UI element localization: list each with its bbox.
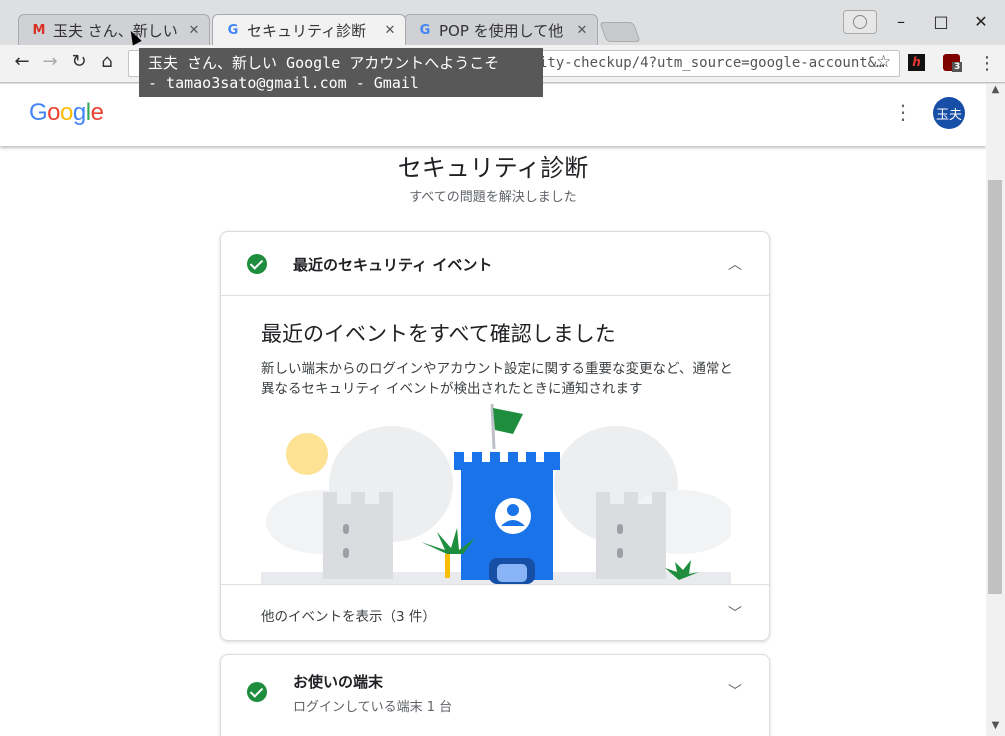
tab-close-icon[interactable]: ✕ [383, 23, 397, 38]
show-more-events-link[interactable]: 他のイベントを表示（3 件） [261, 605, 436, 625]
check-circle-icon [247, 254, 267, 274]
section-title: 最近のセキュリティ イベント [293, 256, 493, 274]
tab-security-checkup[interactable]: G セキュリティ診断 ✕ [212, 14, 406, 45]
vertical-scrollbar[interactable]: ▲ ▼ [986, 84, 1005, 736]
tab-close-icon[interactable]: ✕ [575, 23, 589, 38]
tab-strip: M 玉夫 さん、新しい ✕ G セキュリティ診断 ✕ G POP を使用して他 … [0, 0, 1005, 46]
security-events-header[interactable]: 最近のセキュリティ イベント ︿ [221, 232, 769, 296]
devices-card[interactable]: お使いの端末 ログインしている端末 1 台 ﹀ [220, 654, 770, 736]
show-more-events-row[interactable]: 他のイベントを表示（3 件） ﹀ [221, 584, 769, 640]
page-content: Google ⋮ 玉夫 セキュリティ診断 すべての問題を解決しました 最近のセキ… [0, 84, 986, 736]
check-circle-icon [247, 682, 267, 702]
page-subtitle: すべての問題を解決しました [409, 190, 577, 205]
ublock-extension-icon[interactable]: 3 [943, 54, 963, 72]
minimize-icon[interactable]: – [889, 12, 913, 31]
more-options-icon[interactable]: ⋮ [893, 100, 913, 124]
tab-pop[interactable]: G POP を使用して他 ✕ [404, 14, 598, 45]
events-headline: 最近のイベントをすべて確認しました [261, 322, 616, 346]
castle-illustration [261, 404, 731, 584]
section-title: お使いの端末 [293, 673, 384, 691]
browser-menu-icon[interactable]: ⋮ [978, 53, 996, 74]
google-g-icon: G [227, 22, 239, 38]
profile-switcher-button[interactable] [843, 10, 877, 34]
tab-title: 玉夫 さん、新しい [53, 21, 178, 40]
maximize-icon[interactable]: □ [929, 12, 953, 31]
security-events-card: 最近のセキュリティ イベント ︿ 最近のイベントをすべて確認しました 新しい端末… [220, 231, 770, 641]
avatar[interactable]: 玉夫 [933, 97, 965, 129]
events-description: 新しい端末からのログインやアカウント設定に関する重要な変更など、通常と異なるセキ… [261, 361, 733, 397]
google-logo[interactable]: Google [29, 99, 104, 127]
page-title: セキュリティ診断 [397, 154, 589, 182]
chevron-up-icon[interactable]: ︿ [725, 254, 745, 274]
scroll-down-icon[interactable]: ▼ [986, 720, 1005, 736]
reload-icon[interactable]: ↻ [66, 51, 92, 75]
person-icon [853, 15, 867, 29]
tab-close-icon[interactable]: ✕ [187, 23, 201, 38]
back-icon[interactable]: ← [9, 51, 35, 75]
extension-badge: 3 [952, 62, 963, 72]
home-icon[interactable]: ⌂ [94, 51, 120, 75]
tab-title: POP を使用して他 [439, 21, 564, 40]
forward-icon[interactable]: → [37, 51, 63, 75]
gmail-icon: M [32, 22, 46, 38]
tab-gmail[interactable]: M 玉夫 さん、新しい ✕ [18, 14, 210, 45]
close-window-icon[interactable]: ✕ [969, 12, 993, 31]
scroll-thumb[interactable] [988, 180, 1002, 594]
bookmark-star-icon[interactable]: ☆ [876, 52, 891, 72]
hypothesis-extension-icon[interactable]: h [908, 54, 925, 71]
devices-subtitle: ログインしている端末 1 台 [293, 700, 453, 715]
chevron-down-icon[interactable]: ﹀ [725, 603, 745, 623]
tab-tooltip: 玉夫 さん、新しい Google アカウントへようこそ - tamao3sato… [139, 48, 543, 97]
scroll-up-icon[interactable]: ▲ [986, 84, 1005, 100]
tab-title: セキュリティ診断 [247, 21, 367, 40]
chevron-down-icon[interactable]: ﹀ [725, 681, 745, 701]
google-g-icon: G [419, 22, 431, 38]
new-tab-button[interactable] [599, 22, 641, 42]
